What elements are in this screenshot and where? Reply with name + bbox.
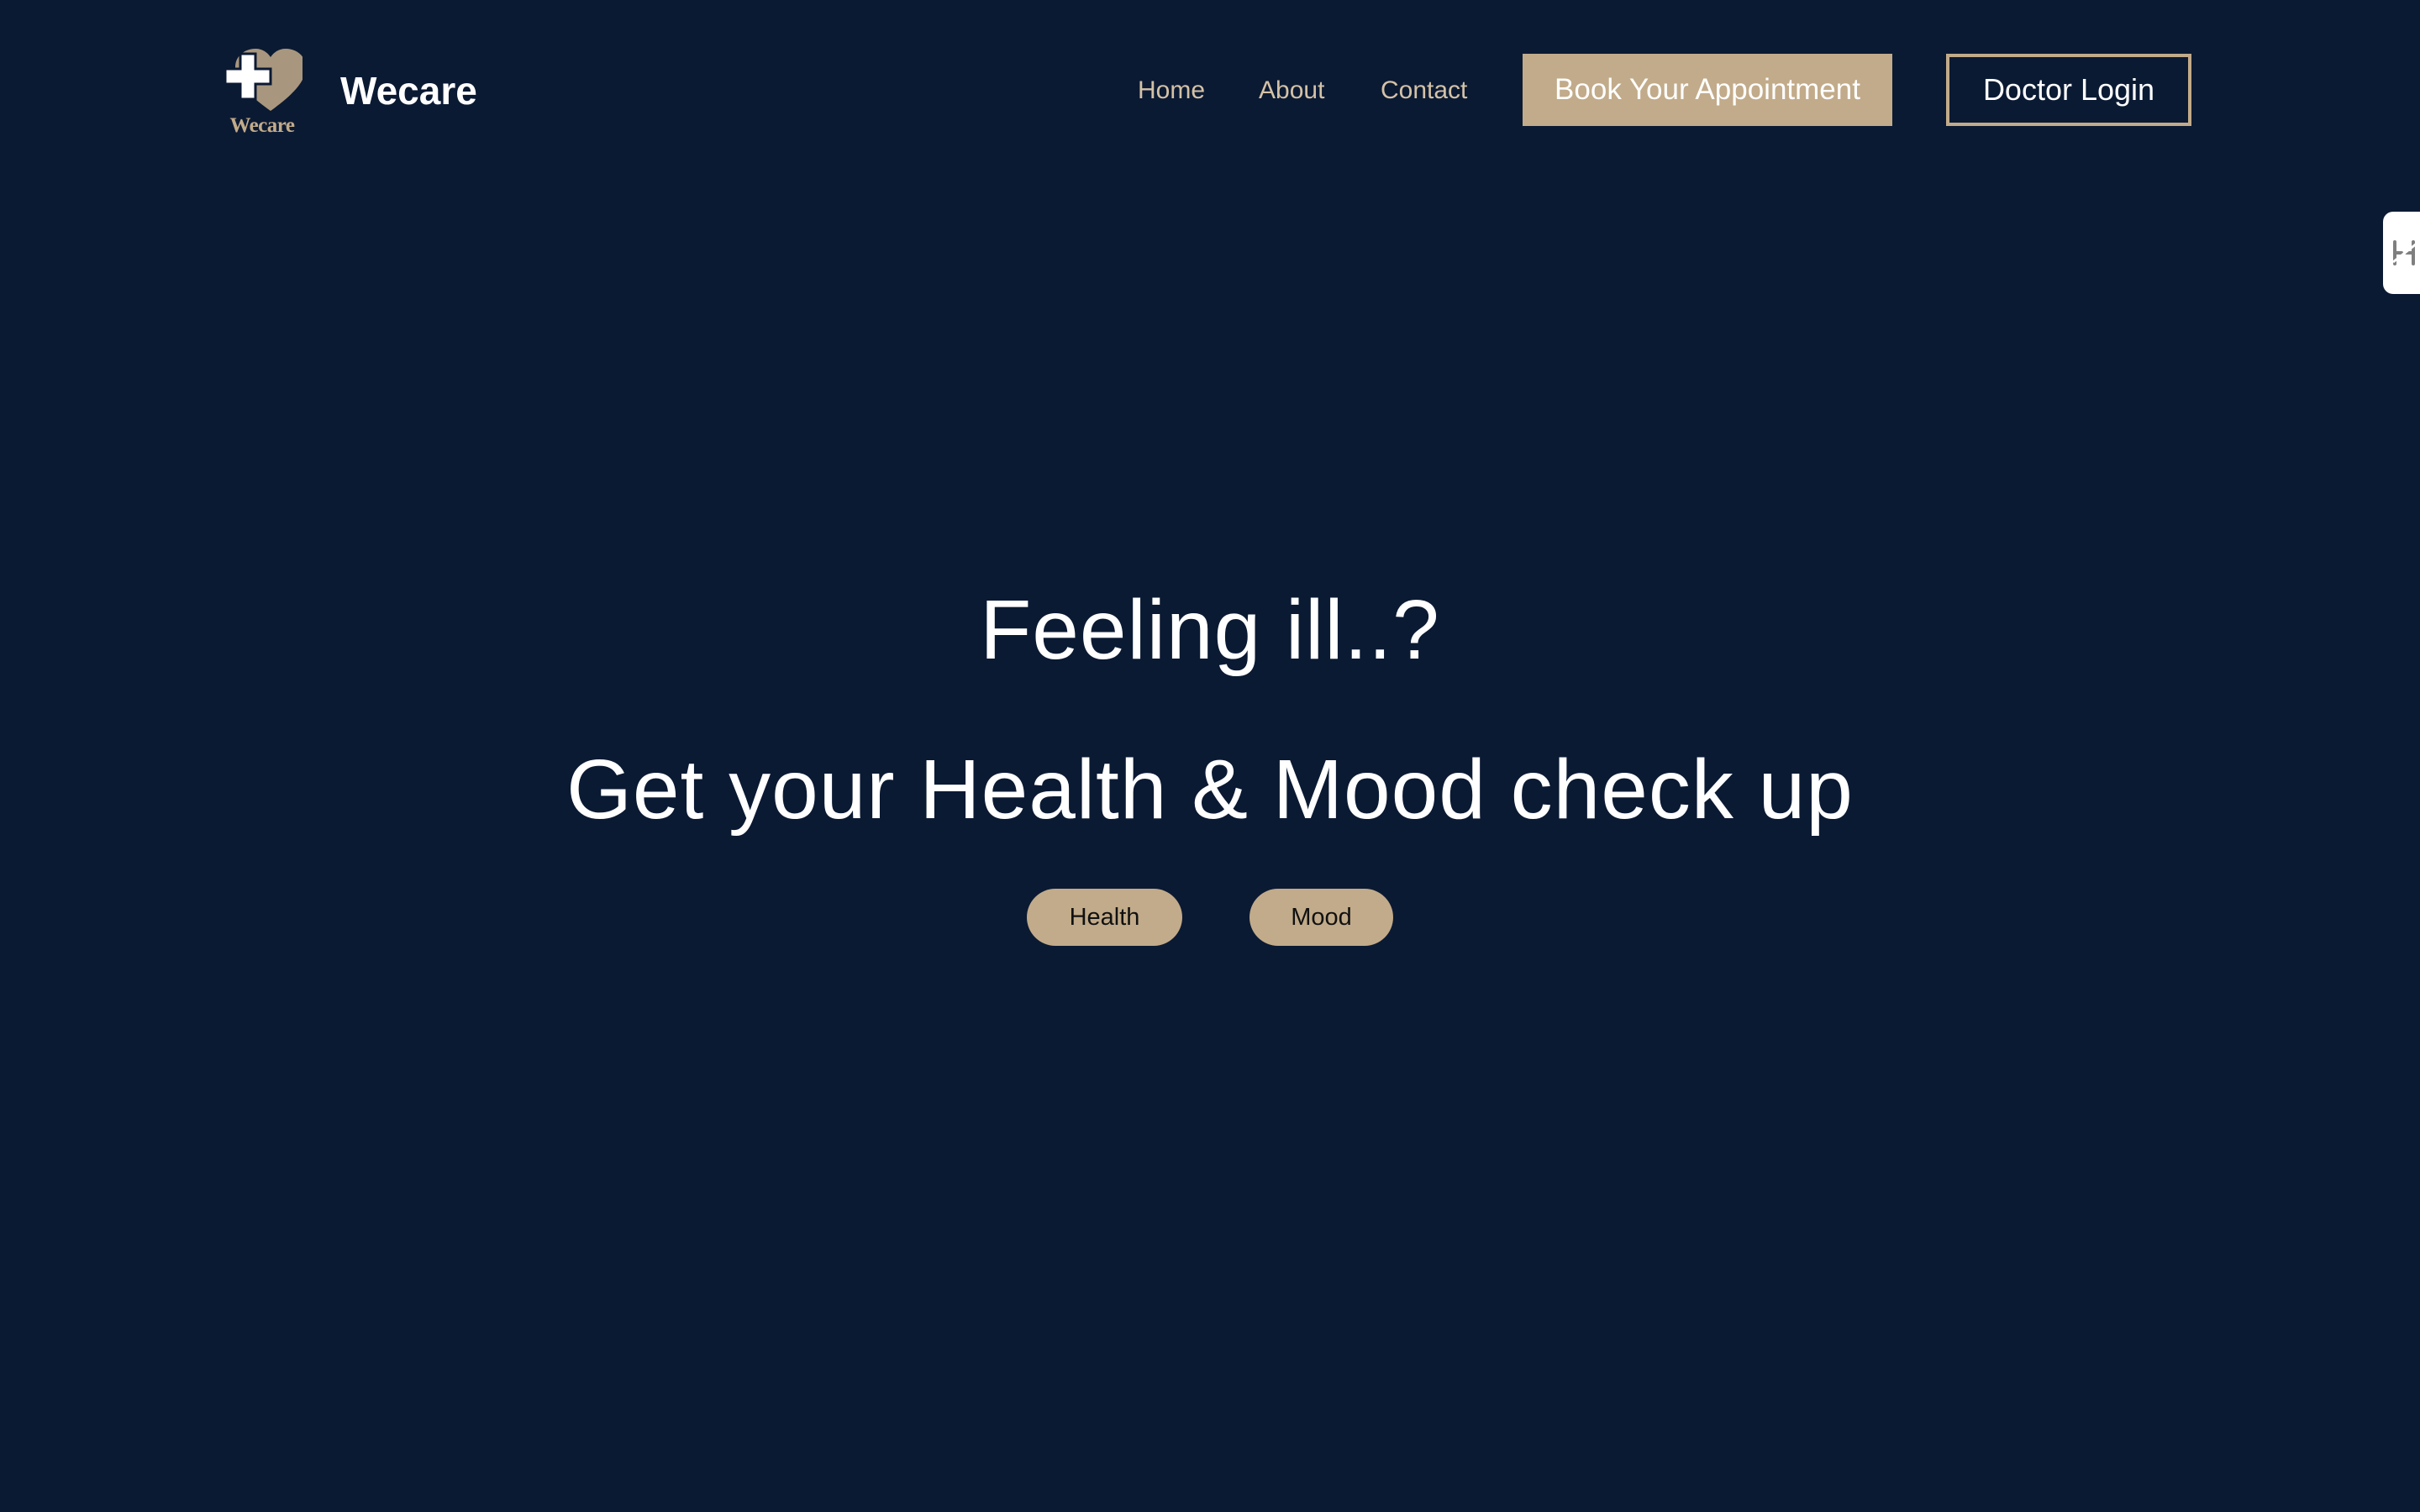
book-appointment-button[interactable]: Book Your Appointment <box>1523 54 1892 126</box>
doctor-login-button[interactable]: Doctor Login <box>1946 54 2191 126</box>
nav-home-link[interactable]: Home <box>1138 67 1205 114</box>
side-tab[interactable] <box>2383 212 2420 294</box>
logo-caption: Wecare <box>229 114 295 137</box>
page: Wecare Wecare Home About Contact Book Yo… <box>0 0 2420 1512</box>
hyphenation-icon <box>2392 240 2417 265</box>
brand-name[interactable]: Wecare <box>340 64 477 118</box>
nav-about-link[interactable]: About <box>1259 67 1324 114</box>
hero-subtitle: Get your Health & Mood check up <box>566 743 1854 837</box>
heart-cross-icon <box>224 49 302 111</box>
mood-check-button[interactable]: Mood <box>1249 889 1393 946</box>
logo[interactable]: Wecare <box>222 47 302 141</box>
nav-contact-link[interactable]: Contact <box>1381 67 1467 114</box>
health-check-button[interactable]: Health <box>1027 889 1182 946</box>
hero-title: Feeling ill..? <box>980 583 1440 677</box>
